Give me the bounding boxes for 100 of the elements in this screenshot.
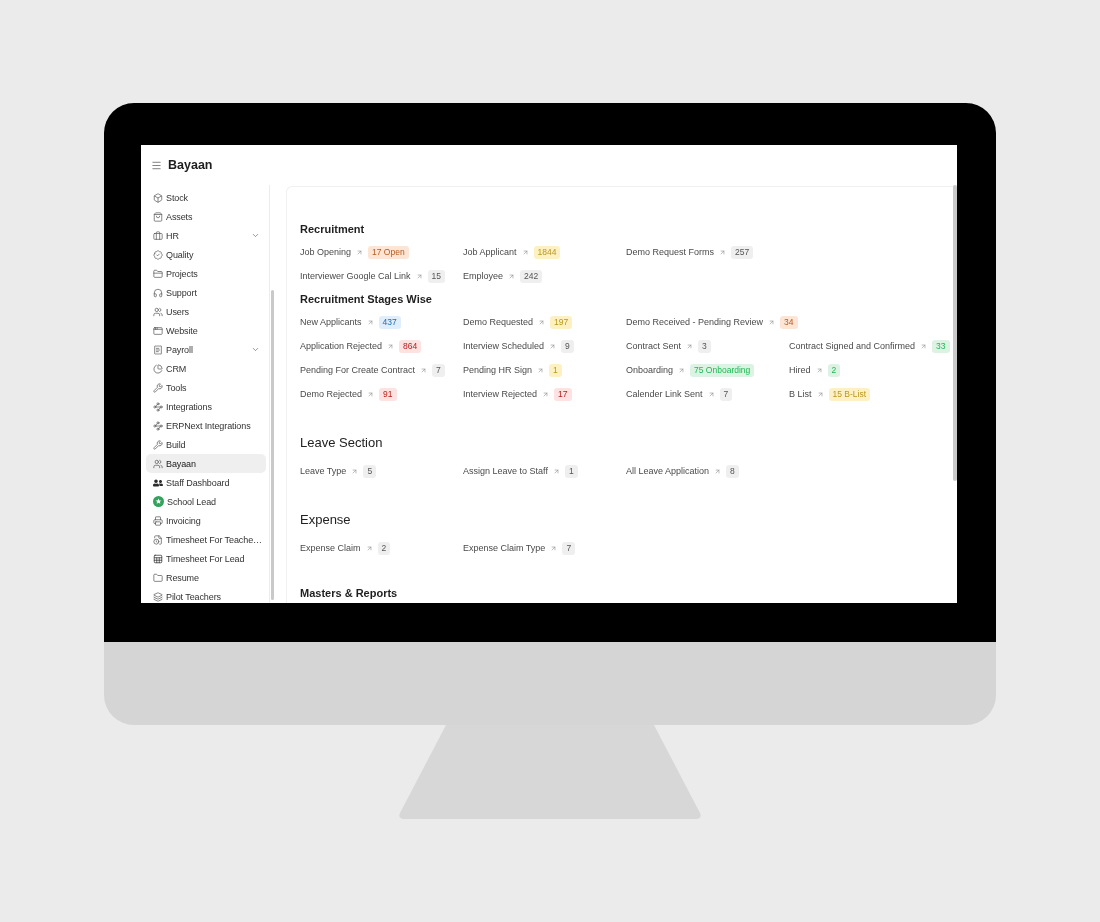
sidebar-item[interactable]: Invoicing xyxy=(146,511,266,530)
shortcut-link[interactable]: Demo Request Forms xyxy=(626,247,715,257)
sidebar-item[interactable]: Projects xyxy=(146,264,266,283)
shortcut-link[interactable]: Demo Rejected xyxy=(300,389,363,399)
arrow-icon xyxy=(537,366,545,374)
wrench-icon xyxy=(153,382,163,393)
sidebar-item[interactable]: Tools xyxy=(146,378,266,397)
count-badge: 7 xyxy=(432,363,445,377)
sidebar-item[interactable]: Resume xyxy=(146,568,266,587)
menu-icon[interactable] xyxy=(151,159,162,171)
count-badge: 3 xyxy=(698,339,711,353)
sidebar-item[interactable]: Assets xyxy=(146,207,266,226)
arrow-icon xyxy=(508,272,516,280)
sidebar-item[interactable]: Staff Dashboard xyxy=(146,473,266,492)
sidebar-item[interactable]: Quality xyxy=(146,245,266,264)
sidebar-item[interactable]: Pilot Teachers xyxy=(146,587,266,603)
shortcut-link[interactable]: B List xyxy=(789,389,812,399)
arrow-icon xyxy=(550,544,558,552)
chevron-down-icon xyxy=(251,345,260,354)
shortcut-link[interactable]: Interview Rejected xyxy=(463,389,538,399)
sidebar-item[interactable]: Payroll xyxy=(146,340,266,359)
arrow-icon xyxy=(366,318,374,326)
sidebar-item[interactable]: Build xyxy=(146,435,266,454)
shortcut-link[interactable]: Calender Link Sent xyxy=(626,389,703,399)
count-badge: 1 xyxy=(564,464,578,478)
receipt-icon xyxy=(153,344,163,355)
arrow-icon xyxy=(415,272,423,280)
arrow-icon xyxy=(719,248,727,256)
sidebar-item[interactable]: Stock xyxy=(146,188,266,207)
arrow-icon xyxy=(365,544,373,552)
shortcut-link[interactable]: Interviewer Google Cal Link xyxy=(300,271,411,281)
shortcut-link[interactable]: Onboarding xyxy=(626,365,674,375)
sidebar-item[interactable]: HR xyxy=(146,226,266,245)
sidebar-item[interactable]: Integrations xyxy=(146,397,266,416)
shortcut-link[interactable]: New Applicants xyxy=(300,317,362,327)
count-badge: 75 Onboarding xyxy=(690,363,755,377)
section-title: Expense xyxy=(300,512,351,528)
shortcut-link[interactable]: Demo Requested xyxy=(463,317,534,327)
shortcut-link[interactable]: Employee xyxy=(463,271,504,281)
shortcut-link[interactable]: Pending For Create Contract xyxy=(300,365,416,375)
arrow-icon xyxy=(351,467,359,475)
count-badge: 8 xyxy=(726,464,739,478)
arrow-icon xyxy=(549,342,557,350)
briefcase-icon xyxy=(153,230,163,241)
section-title: Recruitment Stages Wise xyxy=(300,292,432,306)
section-title: Leave Section xyxy=(300,435,383,451)
count-badge: 17 xyxy=(554,387,572,401)
shortcut-link[interactable]: Application Rejected xyxy=(300,341,383,351)
browser-window-icon xyxy=(153,325,163,336)
pie-chart-icon xyxy=(153,363,163,374)
table-icon xyxy=(153,553,163,564)
shortcut-link[interactable]: Contract Sent xyxy=(626,341,682,351)
sidebar-item[interactable]: School Lead xyxy=(146,492,266,511)
sidebar-item[interactable]: Users xyxy=(146,302,266,321)
shortcut-link[interactable]: Job Applicant xyxy=(463,247,517,257)
shortcut-link[interactable]: Expense Claim xyxy=(300,543,361,553)
count-badge: 17 Open xyxy=(368,245,409,259)
sidebar-item[interactable]: CRM xyxy=(146,359,266,378)
sidebar-item[interactable]: ERPNext Integrations xyxy=(146,416,266,435)
count-badge: 7 xyxy=(562,541,576,555)
chevron-down-icon xyxy=(251,231,260,240)
sidebar-item[interactable]: Bayaan xyxy=(146,454,266,473)
arrow-icon xyxy=(815,366,823,374)
scrollbar-thumb[interactable] xyxy=(953,185,957,481)
count-badge: 2 xyxy=(377,541,391,555)
scrollbar-thumb[interactable] xyxy=(271,290,274,600)
nodes-icon xyxy=(153,420,163,431)
shortcut-link[interactable]: All Leave Application xyxy=(626,466,710,476)
arrow-icon xyxy=(367,390,375,398)
count-badge: 15 B-List xyxy=(828,387,871,401)
shortcut-link[interactable]: Hired xyxy=(789,365,811,375)
count-badge: 437 xyxy=(378,315,401,329)
file-clock-icon xyxy=(153,534,163,545)
count-badge: 5 xyxy=(363,464,377,478)
arrow-icon xyxy=(521,248,529,256)
arrow-icon xyxy=(714,467,722,475)
count-badge: 91 xyxy=(379,387,397,401)
arrow-icon xyxy=(920,342,928,350)
folder-icon xyxy=(153,572,163,583)
shortcut-link[interactable]: Interview Scheduled xyxy=(463,341,545,351)
shortcut-link[interactable]: Contract Signed and Confirmed xyxy=(789,341,916,351)
shortcut-link[interactable]: Assign Leave to Staff xyxy=(463,466,548,476)
count-badge: 864 xyxy=(399,339,422,353)
star-circle-icon xyxy=(153,496,164,507)
section-title: Masters & Reports xyxy=(300,586,398,600)
sidebar-item[interactable]: Timesheet For Lead xyxy=(146,549,266,568)
shortcut-link[interactable]: Pending HR Sign xyxy=(463,365,533,375)
sidebar-item[interactable]: Website xyxy=(146,321,266,340)
shortcut-link[interactable]: Demo Received - Pending Review xyxy=(626,317,764,327)
shortcut-link[interactable]: Job Opening xyxy=(300,247,352,257)
sidebar-item[interactable]: Timesheet For Teache… xyxy=(146,530,266,549)
arrow-icon xyxy=(707,390,715,398)
box-icon xyxy=(153,192,163,203)
sidebar-item[interactable]: Support xyxy=(146,283,266,302)
count-badge: 34 xyxy=(780,315,798,329)
shortcut-link[interactable]: Leave Type xyxy=(300,466,347,476)
wrench-icon xyxy=(153,439,163,450)
arrow-icon xyxy=(356,248,364,256)
shortcut-link[interactable]: Expense Claim Type xyxy=(463,543,546,553)
arrow-icon xyxy=(686,342,694,350)
